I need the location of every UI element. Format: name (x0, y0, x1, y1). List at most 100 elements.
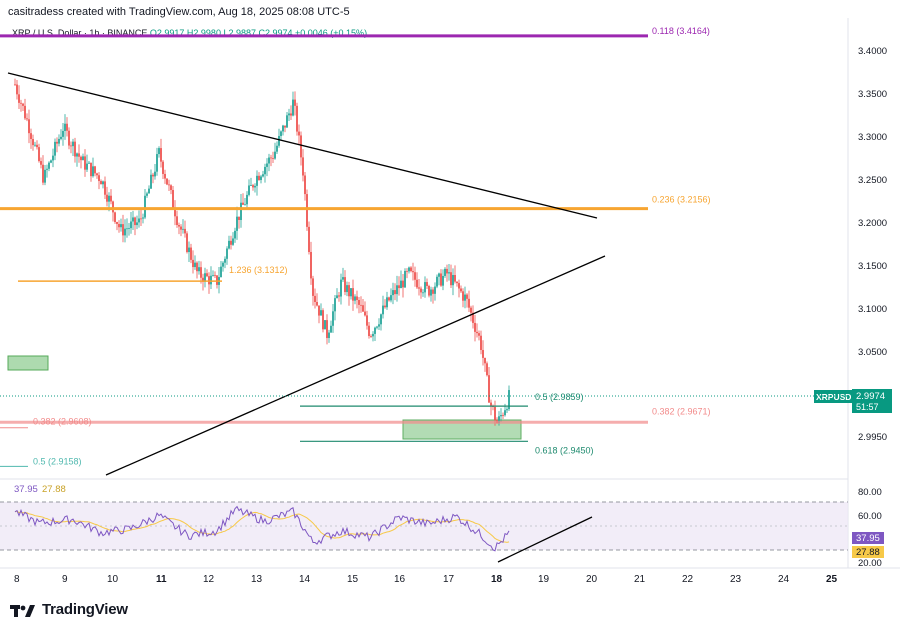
candle-body (370, 336, 372, 337)
price-tick: 2.9950 (858, 432, 887, 443)
price-countdown: 51:57 (856, 402, 879, 412)
candle-body (194, 262, 196, 268)
candle-body (142, 217, 144, 219)
rsi-tick: 60.00 (858, 511, 882, 522)
candle-body (86, 163, 88, 170)
candle-body (368, 325, 370, 337)
candle-body (70, 145, 72, 147)
candle-body (274, 151, 276, 159)
candle-body (414, 272, 416, 280)
candle-body (250, 185, 252, 186)
candle-body (32, 139, 34, 146)
candle-body (314, 295, 316, 302)
candle-body (408, 267, 410, 272)
candle-body (140, 218, 142, 220)
price-chart[interactable]: 0.118 (3.4164) 0.236 (3.2156) 1.236 (3.131… (0, 0, 900, 634)
candle-body (324, 320, 326, 330)
candle-body (318, 305, 320, 316)
candle-body (504, 410, 506, 416)
candle-body (80, 156, 82, 161)
demand-zone-left (7, 355, 49, 371)
fib-level-label: 0.236 (3.2156) (652, 195, 711, 205)
candle-body (214, 274, 216, 276)
candle-body (326, 320, 328, 339)
candle-body (406, 270, 408, 272)
candle-body (454, 275, 456, 282)
price-tick: 3.4000 (858, 46, 887, 57)
candle-body (20, 102, 22, 104)
candle-body (126, 228, 128, 230)
candle-body (304, 175, 306, 195)
candle-body (40, 161, 42, 165)
candle-body (242, 202, 244, 205)
candle-body (478, 333, 480, 336)
candle-body (152, 174, 154, 177)
candle-body (164, 173, 166, 179)
candle-body (116, 222, 118, 224)
candle-body (30, 133, 32, 140)
candle-body (168, 184, 170, 186)
candle-body (390, 295, 392, 301)
candle-body (474, 322, 476, 332)
candle-body (400, 280, 402, 289)
candle-body (158, 148, 160, 155)
candle-body (160, 148, 162, 162)
candle-body (282, 125, 284, 132)
candle-body (106, 194, 108, 202)
candle-body (432, 289, 434, 294)
price-tick: 3.2000 (858, 218, 887, 229)
candle-body (440, 273, 442, 286)
candle-body (398, 285, 400, 289)
tradingview-logo[interactable]: TradingView (10, 601, 128, 618)
candle-body (340, 279, 342, 297)
candle-body (76, 153, 78, 157)
candle-body (428, 286, 430, 296)
candle-body (248, 185, 250, 195)
candle-body (162, 161, 164, 174)
candle-body (182, 228, 184, 230)
candle-body (460, 288, 462, 292)
candle-body (128, 228, 130, 229)
time-tick: 13 (251, 574, 263, 585)
candle-body (60, 136, 62, 139)
candle-body (90, 162, 92, 177)
candle-body (344, 277, 346, 293)
candle-body (442, 275, 444, 286)
candle-body (18, 94, 20, 103)
candle-body (330, 325, 332, 333)
candle-body (388, 297, 390, 301)
candle-body (150, 174, 152, 189)
fib-level-label: 0.382 (2.9608) (33, 417, 92, 427)
candle-body (444, 268, 446, 276)
candle-body (110, 195, 112, 202)
candle-body (120, 224, 122, 228)
candle-body (378, 324, 380, 327)
candle-body (234, 230, 236, 239)
price-tick: 3.3500 (858, 89, 887, 100)
candle-body (470, 307, 472, 313)
candle-body (396, 285, 398, 295)
candle-body (212, 274, 214, 276)
candle-body (186, 233, 188, 253)
candle-body (288, 113, 290, 116)
candle-body (384, 305, 386, 308)
candle-body (122, 224, 124, 236)
candle-body (278, 135, 280, 146)
candle-body (436, 276, 438, 287)
time-tick: 18 (491, 574, 503, 585)
fib-level-label: 1.236 (3.1312) (229, 265, 288, 275)
candle-body (230, 240, 232, 245)
time-tick: 14 (299, 574, 311, 585)
candle-body (58, 138, 60, 144)
candle-body (316, 301, 318, 306)
candle-body (300, 135, 302, 158)
candle-body (484, 357, 486, 364)
descending-trendline (7, 72, 598, 219)
candle-body (188, 247, 190, 253)
candle-body (458, 283, 460, 289)
time-tick: 8 (14, 574, 20, 585)
candle-body (462, 291, 464, 301)
time-tick: 12 (203, 574, 215, 585)
candle-body (24, 105, 26, 119)
candle-body (270, 157, 272, 159)
